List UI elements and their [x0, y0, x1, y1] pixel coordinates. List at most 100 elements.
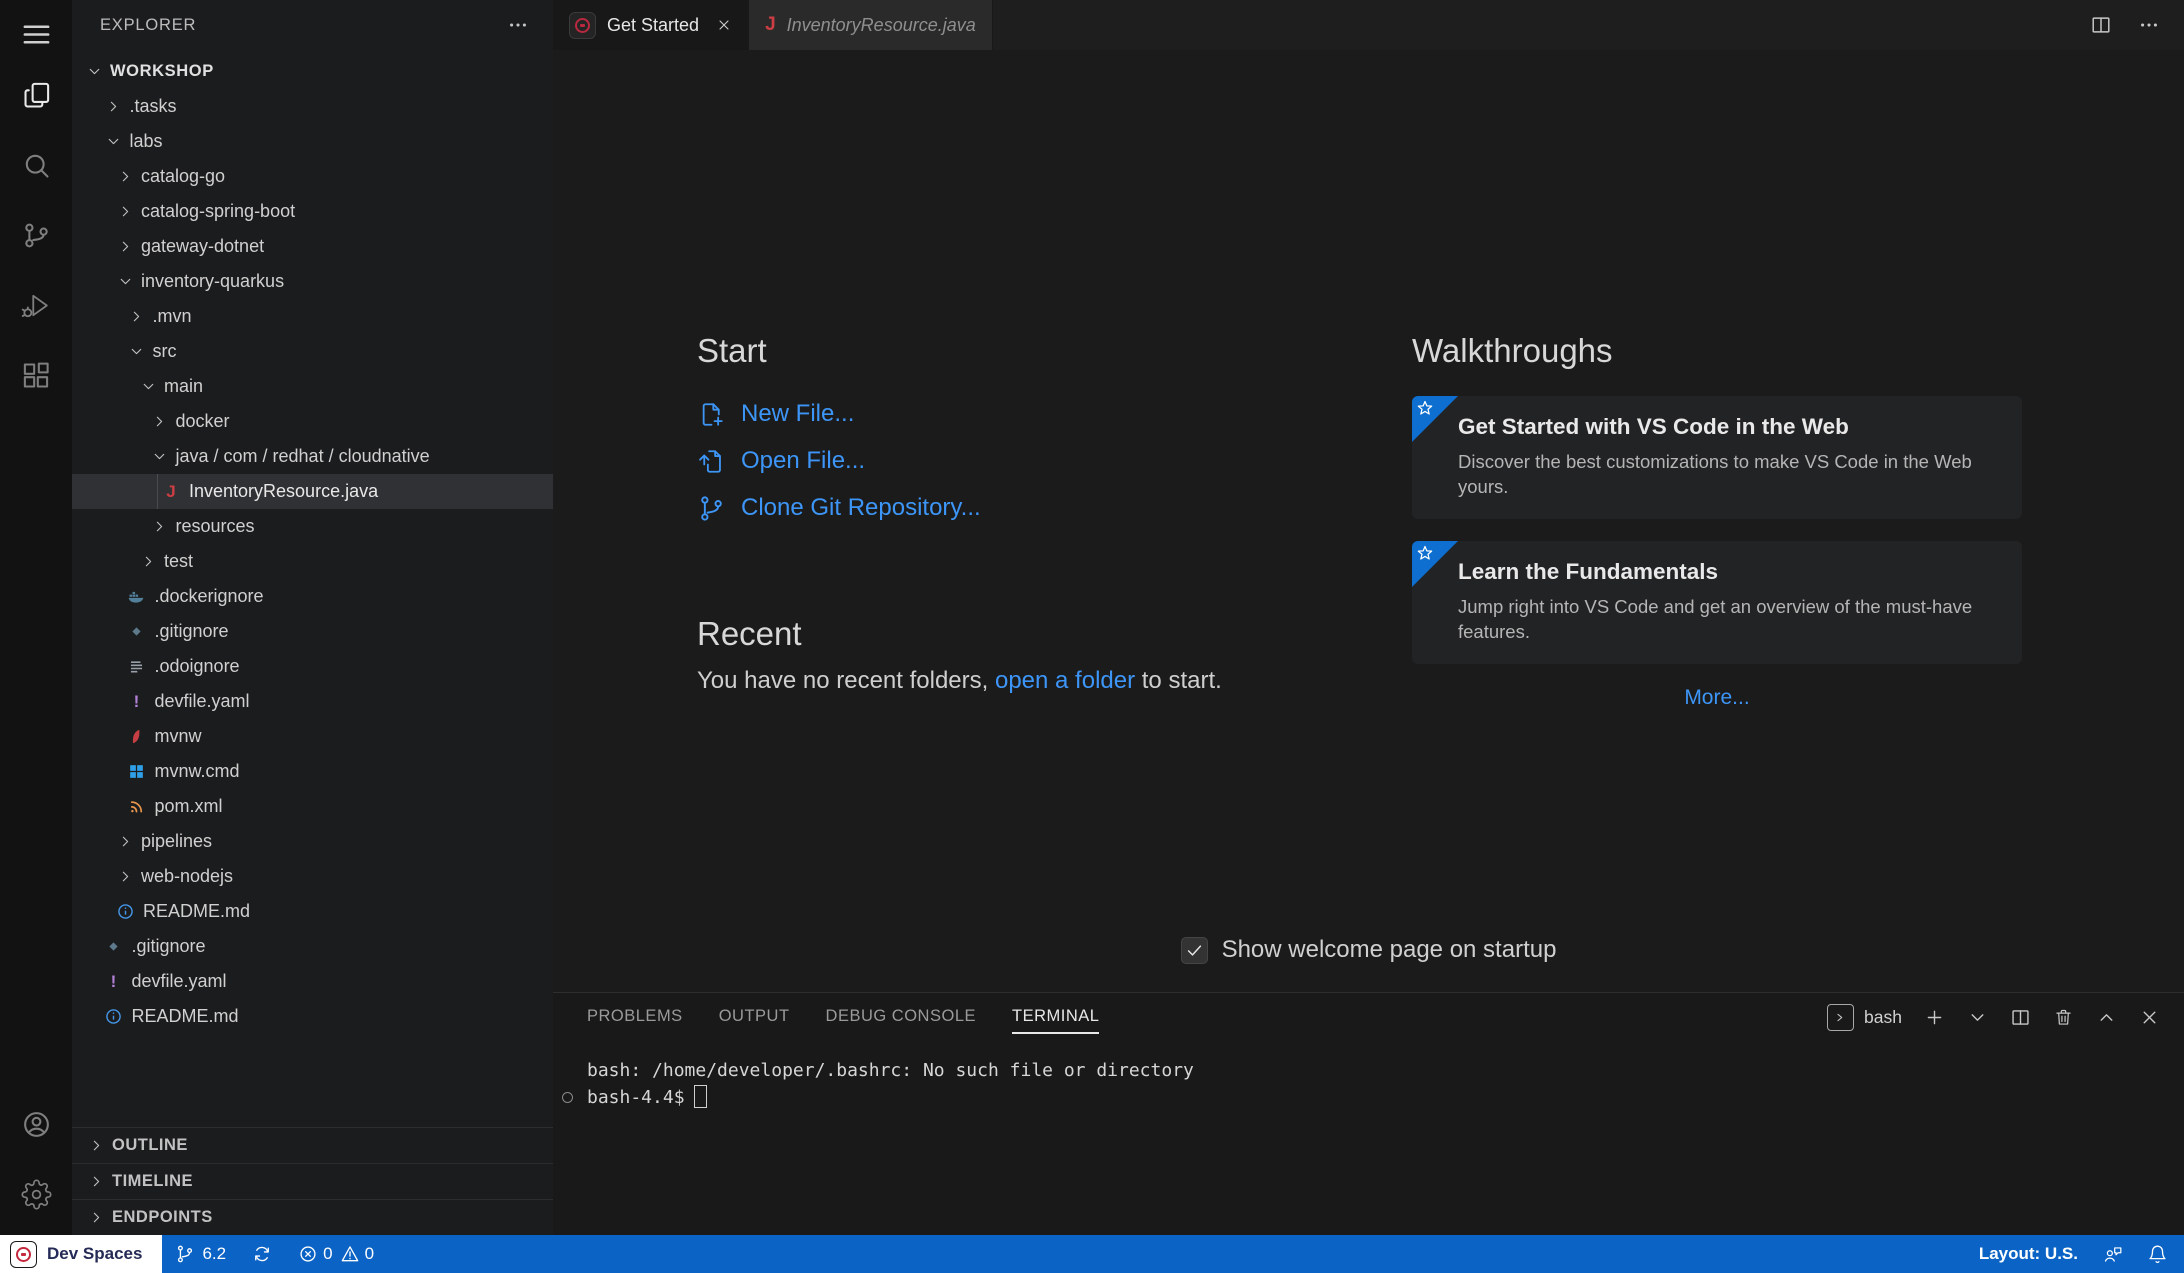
workbench: EXPLORER WORKSHOP.taskslabs catalog-go cat… — [0, 0, 2184, 1235]
activity-extensions-icon[interactable] — [0, 340, 72, 410]
tree-item-dockerignore[interactable]: .dockerignore — [72, 579, 553, 614]
sidebar-panel-endpoints[interactable]: ENDPOINTS — [72, 1199, 553, 1235]
tree-item-label: main — [160, 376, 203, 397]
sidebar-panel-timeline[interactable]: TIMELINE — [72, 1163, 553, 1199]
tree-item-devfile-yaml[interactable]: !devfile.yaml — [72, 684, 553, 719]
tree-item-inventory-quarkus[interactable]: inventory-quarkus — [72, 264, 553, 299]
tab-get-started[interactable]: Get Started — [553, 0, 749, 50]
devspaces-label: Dev Spaces — [47, 1244, 142, 1264]
tree-item-labs[interactable]: labs — [72, 124, 553, 159]
tree-item-gitignore[interactable]: .gitignore — [72, 614, 553, 649]
notifications-bell-icon[interactable] — [2147, 1244, 2168, 1265]
tree-item-catalog-spring-boot[interactable]: catalog-spring-boot — [72, 194, 553, 229]
split-editor-icon[interactable] — [2090, 14, 2112, 36]
editor-more-actions-icon[interactable] — [2138, 14, 2160, 36]
tree-item-mvnw[interactable]: mvnw — [72, 719, 553, 754]
tree-item-test[interactable]: test — [72, 544, 553, 579]
kill-terminal-icon[interactable] — [2053, 1007, 2074, 1028]
tree-item-inventoryresource-java[interactable]: JInventoryResource.java — [72, 474, 553, 509]
sidebar-panel-outline[interactable]: OUTLINE — [72, 1127, 553, 1163]
sync-status-item[interactable] — [239, 1235, 285, 1273]
start-link-clone-git-repository[interactable]: Clone Git Repository... — [697, 488, 1337, 528]
terminal-output[interactable]: bash: /home/developer/.bashrc: No such f… — [553, 1041, 2184, 1111]
tree-item-gitignore[interactable]: .gitignore — [72, 929, 553, 964]
feedback-icon[interactable] — [2102, 1244, 2123, 1265]
activity-run-debug-icon[interactable] — [0, 270, 72, 340]
maximize-panel-icon[interactable] — [2096, 1007, 2117, 1028]
error-count: 0 — [323, 1244, 332, 1264]
new-terminal-icon[interactable] — [1924, 1007, 1945, 1028]
tree-item-gateway-dotnet[interactable]: gateway-dotnet — [72, 229, 553, 264]
java-file-icon: J — [765, 14, 776, 36]
star-ribbon-icon — [1412, 396, 1458, 442]
tree-item-tasks[interactable]: .tasks — [72, 89, 553, 124]
tree-item-catalog-go[interactable]: catalog-go — [72, 159, 553, 194]
panel-header: PROBLEMS OUTPUT DEBUG CONSOLE TERMINAL bash — [553, 993, 2184, 1041]
walkthrough-description: Jump right into VS Code and get an overv… — [1458, 594, 2000, 644]
recent-section: Recent You have no recent folders, open … — [697, 615, 1337, 695]
open-a-folder-link[interactable]: open a folder — [995, 667, 1135, 694]
editor-tab-bar: Get StartedJInventoryResource.java — [553, 0, 2184, 50]
git-file-icon — [102, 937, 126, 956]
tab-inventoryresource-java[interactable]: JInventoryResource.java — [749, 0, 993, 50]
chevron-right-icon — [86, 1209, 106, 1226]
show-welcome-checkbox[interactable] — [1181, 937, 1208, 964]
recent-text-before: You have no recent folders, — [697, 667, 995, 694]
tree-item-mvnw-cmd[interactable]: mvnw.cmd — [72, 754, 553, 789]
tree-item-readme-md[interactable]: README.md — [72, 999, 553, 1034]
chevron-right-icon — [113, 868, 137, 885]
walkthrough-cards: Get Started with VS Code in the WebDisco… — [1412, 396, 2022, 664]
more-actions-icon[interactable] — [507, 14, 529, 36]
tree-item-src[interactable]: src — [72, 334, 553, 369]
terminal-dropdown-icon[interactable] — [1967, 1007, 1988, 1028]
walkthrough-card-get-started-with-vs-code-in-the-web[interactable]: Get Started with VS Code in the WebDisco… — [1412, 396, 2022, 519]
terminal-cursor — [694, 1085, 707, 1108]
activity-source-control-icon[interactable] — [0, 200, 72, 270]
tree-item-pipelines[interactable]: pipelines — [72, 824, 553, 859]
activity-search-icon[interactable] — [0, 130, 72, 200]
tree-item-mvn[interactable]: .mvn — [72, 299, 553, 334]
editor-area: Get StartedJInventoryResource.java Start… — [553, 0, 2184, 1235]
warning-count: 0 — [365, 1244, 374, 1264]
tree-item-main[interactable]: main — [72, 369, 553, 404]
tree-item-workshop[interactable]: WORKSHOP — [72, 54, 553, 89]
tree-item-resources[interactable]: resources — [72, 509, 553, 544]
start-link-label: New File... — [741, 400, 854, 428]
sidebar-header: EXPLORER — [72, 0, 553, 50]
problems-status-item[interactable]: 0 0 — [285, 1235, 387, 1273]
tree-item-pom-xml[interactable]: pom.xml — [72, 789, 553, 824]
panel-tab-output[interactable]: OUTPUT — [719, 1001, 790, 1034]
panel-tab-problems[interactable]: PROBLEMS — [587, 1001, 683, 1034]
start-link-new-file[interactable]: New File... — [697, 394, 1337, 434]
activity-explorer-icon[interactable] — [0, 60, 72, 130]
activity-bar-top — [0, 8, 72, 410]
walkthroughs-more-link[interactable]: More... — [1412, 686, 2022, 710]
walkthroughs-column: Walkthroughs Get Started with VS Code in… — [1412, 332, 2022, 710]
start-link-open-file[interactable]: Open File... — [697, 441, 1337, 481]
tree-item-label: catalog-go — [137, 166, 225, 187]
tree-item-web-nodejs[interactable]: web-nodejs — [72, 859, 553, 894]
walkthrough-card-learn-the-fundamentals[interactable]: Learn the FundamentalsJump right into VS… — [1412, 541, 2022, 664]
tree-item-docker[interactable]: docker — [72, 404, 553, 439]
branch-status-item[interactable]: 6.2 — [162, 1235, 239, 1273]
docker-file-icon — [125, 587, 149, 606]
activity-account-icon[interactable] — [0, 1089, 72, 1159]
panel-tab-debug-console[interactable]: DEBUG CONSOLE — [826, 1001, 976, 1034]
star-ribbon-icon — [1412, 541, 1458, 587]
devspaces-status-item[interactable]: Dev Spaces — [0, 1235, 162, 1273]
tree-item-label: catalog-spring-boot — [137, 201, 295, 222]
tree-item-java-com-redhat-cloudnative[interactable]: java / com / redhat / cloudnative — [72, 439, 553, 474]
terminal-icon — [1827, 1004, 1854, 1031]
close-tab-icon[interactable] — [716, 17, 732, 33]
tree-item-label: .gitignore — [151, 621, 229, 642]
tree-item-readme-md[interactable]: README.md — [72, 894, 553, 929]
tree-item-odoignore[interactable]: .odoignore — [72, 649, 553, 684]
panel-tab-terminal[interactable]: TERMINAL — [1012, 1001, 1099, 1034]
split-terminal-icon[interactable] — [2010, 1007, 2031, 1028]
tree-item-devfile-yaml[interactable]: !devfile.yaml — [72, 964, 553, 999]
activity-settings-icon[interactable] — [0, 1159, 72, 1229]
close-panel-icon[interactable] — [2139, 1007, 2160, 1028]
layout-status-item[interactable]: Layout: U.S. — [1979, 1244, 2078, 1264]
terminal-shell-selector[interactable]: bash — [1827, 1004, 1902, 1031]
activity-menu-icon[interactable] — [0, 8, 72, 60]
